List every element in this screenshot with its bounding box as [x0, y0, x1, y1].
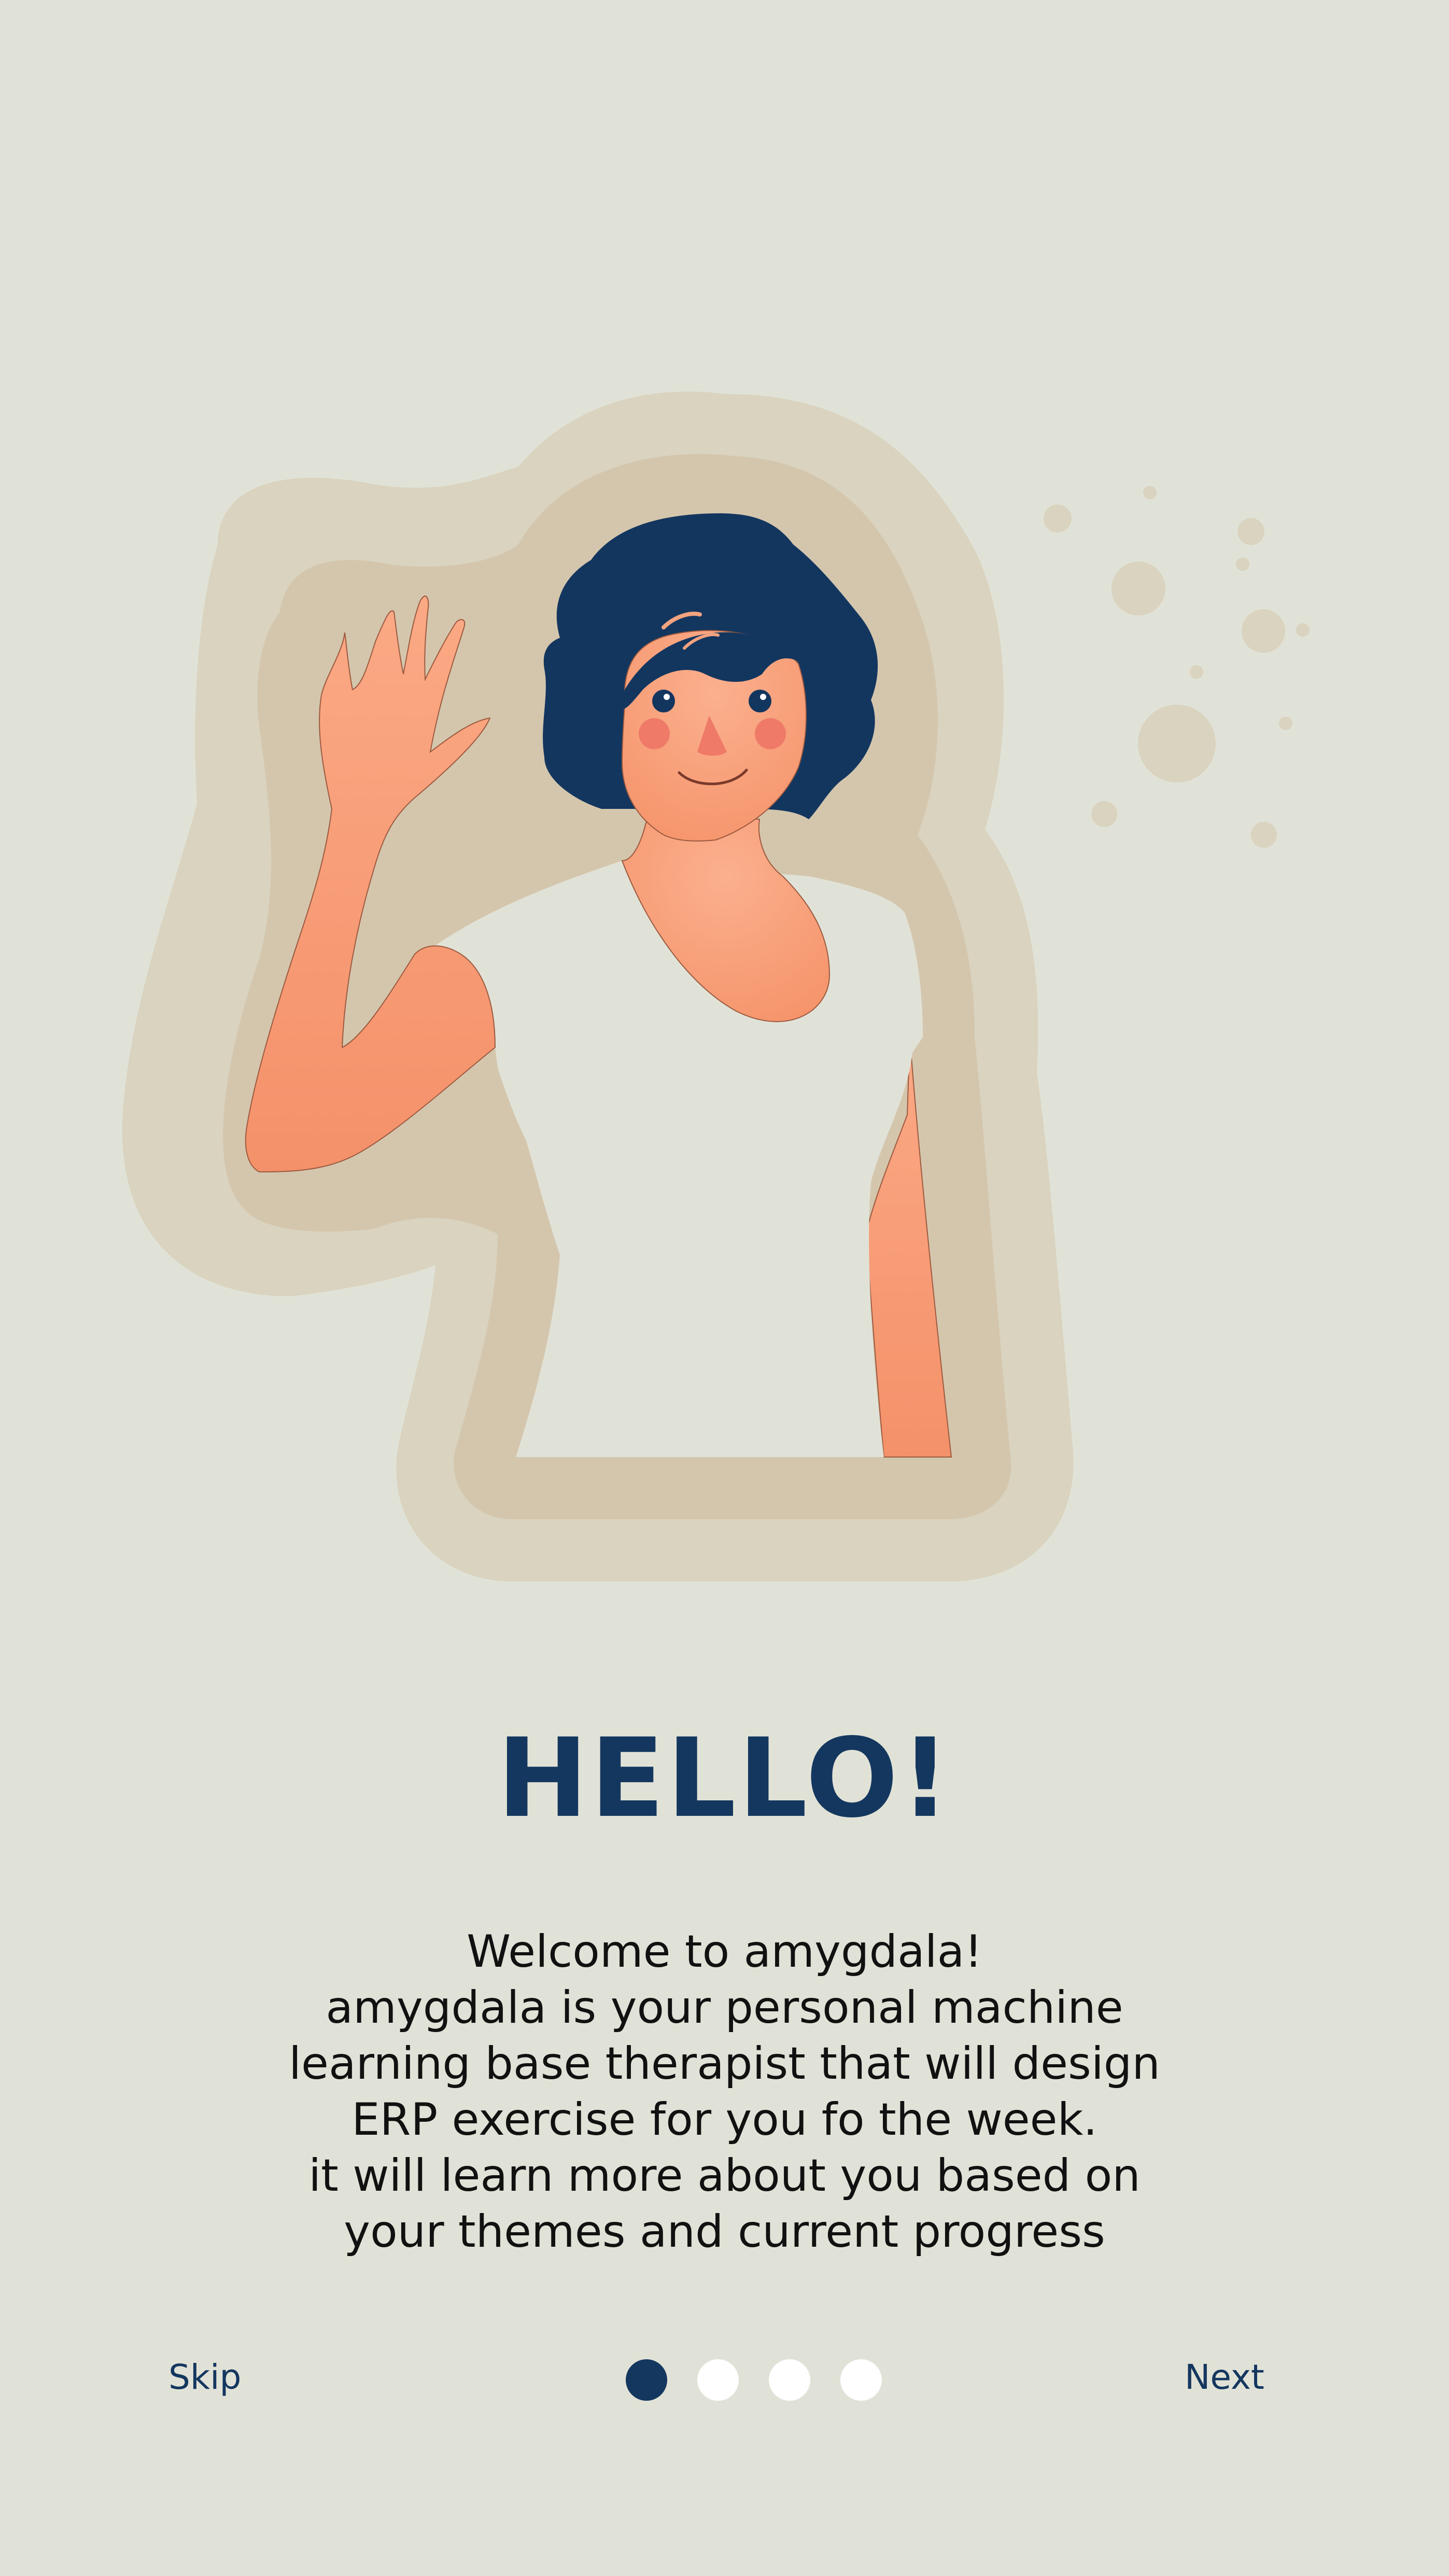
description-line: ERP exercise for you fo the week.: [351, 2094, 1098, 2146]
right-cheek: [755, 718, 786, 749]
page-dot-2[interactable]: [697, 2359, 739, 2401]
page-dot-3[interactable]: [769, 2359, 810, 2401]
description-line: it will learn more about you based on: [308, 2150, 1141, 2202]
description-line: Welcome to amygdala!: [467, 1926, 982, 1978]
pagination-dots: [626, 2359, 882, 2401]
page-title: HELLO!: [497, 1715, 952, 1842]
next-button[interactable]: Next: [1185, 2354, 1264, 2401]
description-line: amygdala is your personal machine: [326, 1982, 1123, 2034]
right-eye: [749, 690, 771, 712]
welcome-description: Welcome to amygdala! amygdala is your pe…: [156, 1924, 1293, 2260]
page-dot-4[interactable]: [840, 2359, 882, 2401]
description-line: learning base therapist that will design: [289, 2038, 1160, 2090]
skip-button[interactable]: Skip: [168, 2354, 241, 2401]
left-eye: [652, 690, 675, 712]
page-dot-1-active[interactable]: [626, 2359, 667, 2401]
decorative-dots: [1044, 486, 1310, 848]
description-line: your themes and current progress: [344, 2206, 1105, 2258]
waving-woman-illustration: [122, 391, 1310, 1582]
left-cheek: [639, 718, 670, 749]
